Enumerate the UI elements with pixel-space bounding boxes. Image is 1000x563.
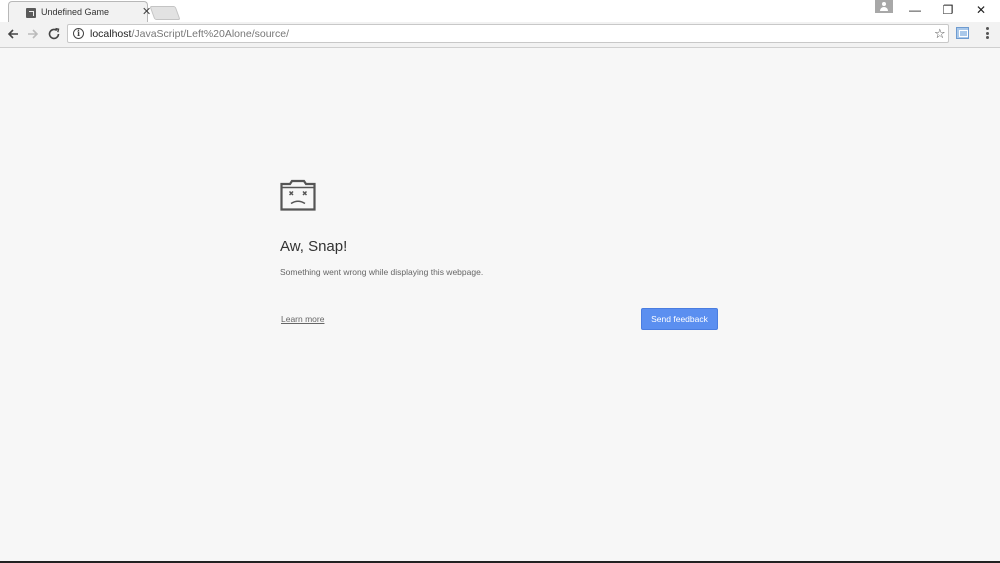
close-window-button[interactable]: ✕	[966, 0, 996, 20]
browser-window: Undefined Game ✕ — ❐ ✕ i localhost/JavaS…	[0, 0, 1000, 563]
sad-folder-icon	[280, 179, 316, 211]
minimize-button[interactable]: —	[900, 0, 930, 20]
kebab-menu-icon[interactable]	[983, 26, 991, 42]
tab-strip: Undefined Game ✕ — ❐ ✕	[0, 0, 1000, 22]
back-arrow-icon[interactable]	[5, 26, 21, 42]
learn-more-link[interactable]: Learn more	[281, 314, 324, 324]
page-icon	[26, 8, 36, 18]
browser-toolbar: i localhost/JavaScript/Left%20Alone/sour…	[0, 22, 1000, 48]
error-message: Something went wrong while displaying th…	[280, 267, 484, 277]
tab-title: Undefined Game	[41, 7, 110, 17]
person-icon[interactable]	[875, 0, 893, 13]
send-feedback-button[interactable]: Send feedback	[641, 308, 718, 330]
tab-undefined-game[interactable]: Undefined Game ✕	[8, 1, 151, 22]
extension-icon[interactable]	[956, 27, 969, 39]
error-page: Aw, Snap! Something went wrong while dis…	[0, 48, 1000, 561]
url-text[interactable]: localhost/JavaScript/Left%20Alone/source…	[90, 28, 289, 40]
new-tab-button[interactable]	[149, 6, 181, 20]
page-title: Aw, Snap!	[280, 238, 348, 255]
forward-arrow-icon[interactable]	[25, 26, 41, 42]
url-host: localhost	[90, 28, 132, 40]
bookmark-star-icon[interactable]: ☆	[934, 25, 946, 42]
url-path: /JavaScript/Left%20Alone/source/	[131, 28, 290, 40]
address-bar[interactable]: i localhost/JavaScript/Left%20Alone/sour…	[67, 24, 949, 43]
restore-button[interactable]: ❐	[933, 0, 963, 20]
reload-icon[interactable]	[46, 26, 62, 42]
info-icon[interactable]: i	[73, 28, 84, 39]
